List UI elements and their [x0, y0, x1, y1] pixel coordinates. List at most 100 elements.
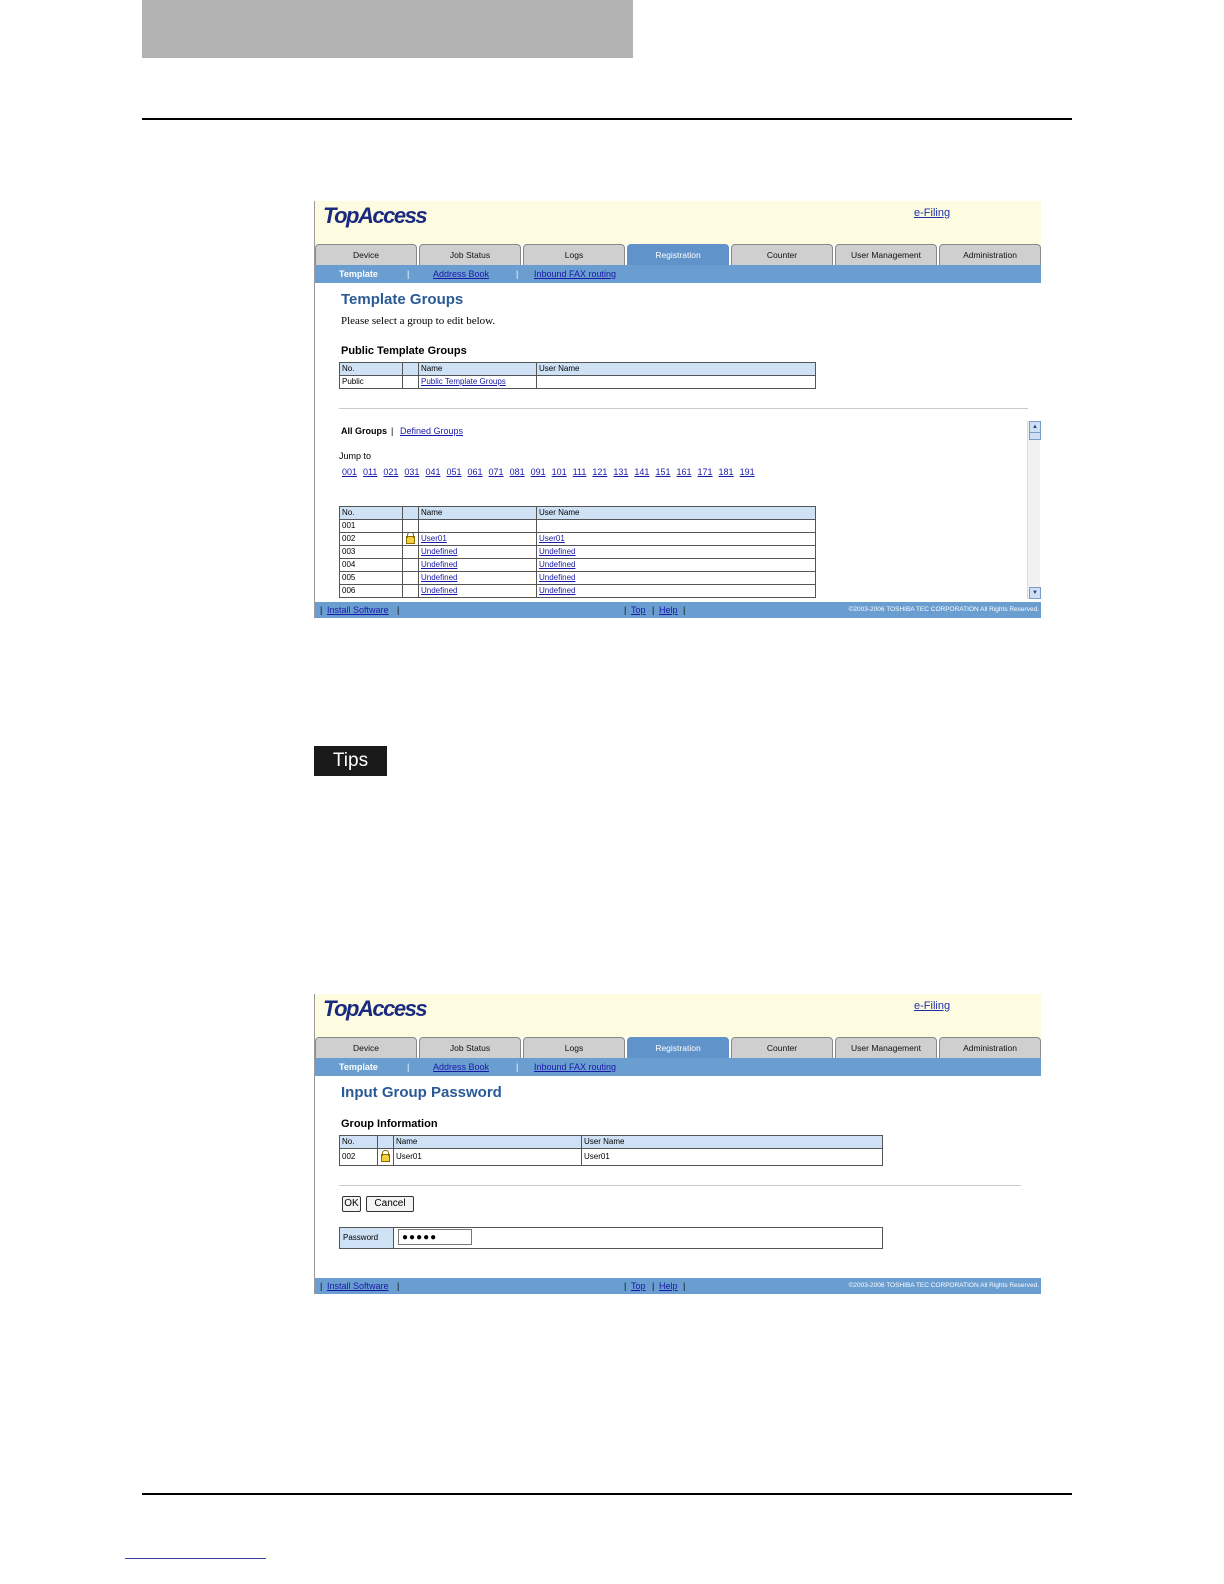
jump-link[interactable]: 141 — [634, 467, 649, 477]
install-software-link[interactable]: Install Software — [327, 602, 389, 618]
sub-navigation: Template | Address Book | Inbound FAX ro… — [315, 1058, 1041, 1076]
col-user-name: User Name — [536, 506, 816, 520]
subnav-template[interactable]: Template — [339, 1058, 378, 1076]
jump-link[interactable]: 051 — [446, 467, 461, 477]
table-row: Public Public Template Groups — [339, 375, 816, 389]
ok-button[interactable]: OK — [342, 1196, 361, 1212]
filter-all-groups[interactable]: All Groups — [341, 426, 387, 436]
subnav-template[interactable]: Template — [339, 265, 378, 283]
filter-separator: | — [391, 426, 394, 436]
subnav-address-book[interactable]: Address Book — [433, 265, 489, 283]
jump-link[interactable]: 191 — [740, 467, 755, 477]
subnav-inbound-fax-routing[interactable]: Inbound FAX routing — [534, 265, 616, 283]
jump-link[interactable]: 041 — [425, 467, 440, 477]
top-link[interactable]: Top — [631, 1278, 646, 1294]
subnav-separator: | — [407, 1062, 410, 1072]
jump-link[interactable]: 091 — [531, 467, 546, 477]
jump-link[interactable]: 171 — [698, 467, 713, 477]
efiling-link[interactable]: e-Filing — [914, 207, 950, 219]
group-user-link[interactable]: Undefined — [539, 586, 575, 595]
group-name-link[interactable]: Undefined — [421, 547, 457, 556]
col-no: No. — [339, 506, 403, 520]
table-row: 001 — [339, 519, 816, 533]
jump-link[interactable]: 181 — [719, 467, 734, 477]
jump-link[interactable]: 101 — [552, 467, 567, 477]
tab-registration[interactable]: Registration — [627, 1037, 729, 1059]
tab-registration[interactable]: Registration — [627, 244, 729, 266]
scroll-down-icon[interactable]: ▼ — [1029, 587, 1041, 599]
subnav-inbound-fax-routing[interactable]: Inbound FAX routing — [534, 1058, 616, 1076]
intro-text: Please select a group to edit below. — [341, 315, 496, 327]
jump-link[interactable]: 121 — [592, 467, 607, 477]
copyright-text: ©2003-2006 TOSHIBA TEC CORPORATION All R… — [848, 1282, 1039, 1289]
jump-link[interactable]: 011 — [363, 467, 377, 477]
tab-job-status[interactable]: Job Status — [419, 1037, 521, 1059]
tab-administration[interactable]: Administration — [939, 244, 1041, 266]
main-tabs: Device Job Status Logs Registration Coun… — [315, 244, 1041, 266]
col-user-name: User Name — [581, 1135, 883, 1149]
tab-counter[interactable]: Counter — [731, 1037, 833, 1059]
topaccess-logo: TopAccess — [323, 996, 428, 1021]
top-link[interactable]: Top — [631, 602, 646, 618]
jump-link[interactable]: 161 — [676, 467, 691, 477]
tab-device[interactable]: Device — [315, 244, 417, 266]
tab-logs[interactable]: Logs — [523, 1037, 625, 1059]
lock-icon — [381, 1150, 390, 1162]
password-input[interactable]: ●●●●● — [398, 1229, 472, 1245]
tab-logs[interactable]: Logs — [523, 244, 625, 266]
subnav-separator: | — [516, 1062, 519, 1072]
sub-navigation: Template | Address Book | Inbound FAX ro… — [315, 265, 1041, 283]
group-user-link[interactable]: Undefined — [539, 573, 575, 582]
jump-link[interactable]: 081 — [510, 467, 525, 477]
filter-defined-groups[interactable]: Defined Groups — [400, 426, 463, 436]
group-name-link[interactable]: User01 — [421, 534, 447, 543]
divider — [339, 408, 1028, 409]
group-name-link[interactable]: Undefined — [421, 586, 457, 595]
password-row: Password ●●●●● — [339, 1227, 883, 1249]
install-software-link[interactable]: Install Software — [327, 1278, 389, 1294]
group-name-link[interactable]: Undefined — [421, 560, 457, 569]
jump-link[interactable]: 071 — [489, 467, 504, 477]
jump-link[interactable]: 151 — [655, 467, 670, 477]
chapter-header-block — [142, 0, 633, 58]
help-link[interactable]: Help — [659, 1278, 678, 1294]
jump-link[interactable]: 111 — [573, 467, 587, 477]
efiling-link[interactable]: e-Filing — [914, 1000, 950, 1012]
jump-link[interactable]: 021 — [383, 467, 398, 477]
group-user-link[interactable]: Undefined — [539, 560, 575, 569]
template-groups-screenshot: TopAccess e-Filing Device Job Status Log… — [314, 201, 1041, 618]
tab-counter[interactable]: Counter — [731, 244, 833, 266]
tips-label: Tips — [314, 746, 387, 776]
group-information-heading: Group Information — [341, 1118, 438, 1130]
group-user-link[interactable]: User01 — [539, 534, 565, 543]
input-group-password-screenshot: TopAccess e-Filing Device Job Status Log… — [314, 994, 1041, 1294]
cancel-button[interactable]: Cancel — [366, 1196, 414, 1212]
col-no: No. — [339, 362, 403, 376]
tab-user-management[interactable]: User Management — [835, 1037, 937, 1059]
groups-table: No. Name User Name 001 002 User01 User01… — [339, 506, 816, 598]
help-link[interactable]: Help — [659, 602, 678, 618]
scroll-thumb[interactable] — [1029, 432, 1041, 440]
table-row: 002 User01 User01 — [339, 1148, 883, 1166]
jump-link[interactable]: 031 — [404, 467, 419, 477]
tab-administration[interactable]: Administration — [939, 1037, 1041, 1059]
public-template-groups-link[interactable]: Public Template Groups — [421, 377, 506, 386]
jump-link[interactable]: 131 — [613, 467, 628, 477]
col-no: No. — [339, 1135, 378, 1149]
copyright-text: ©2003-2006 TOSHIBA TEC CORPORATION All R… — [848, 606, 1039, 613]
group-user-link[interactable]: Undefined — [539, 547, 575, 556]
subnav-address-book[interactable]: Address Book — [433, 1058, 489, 1076]
tab-user-management[interactable]: User Management — [835, 244, 937, 266]
jump-label: Jump to — [339, 451, 372, 461]
jump-link[interactable]: 061 — [468, 467, 483, 477]
footer-bar: | Install Software | | Top | Help | ©200… — [315, 602, 1041, 618]
group-name-link[interactable]: Undefined — [421, 573, 457, 582]
jump-link[interactable]: 001 — [342, 467, 357, 477]
divider — [339, 1185, 1021, 1186]
tab-job-status[interactable]: Job Status — [419, 244, 521, 266]
vertical-scrollbar[interactable]: ▲ ▼ — [1027, 421, 1041, 599]
tab-device[interactable]: Device — [315, 1037, 417, 1059]
topaccess-logo: TopAccess — [323, 203, 428, 228]
page-title: Input Group Password — [341, 1084, 502, 1101]
public-groups-table: No. Name User Name Public Public Templat… — [339, 362, 816, 389]
